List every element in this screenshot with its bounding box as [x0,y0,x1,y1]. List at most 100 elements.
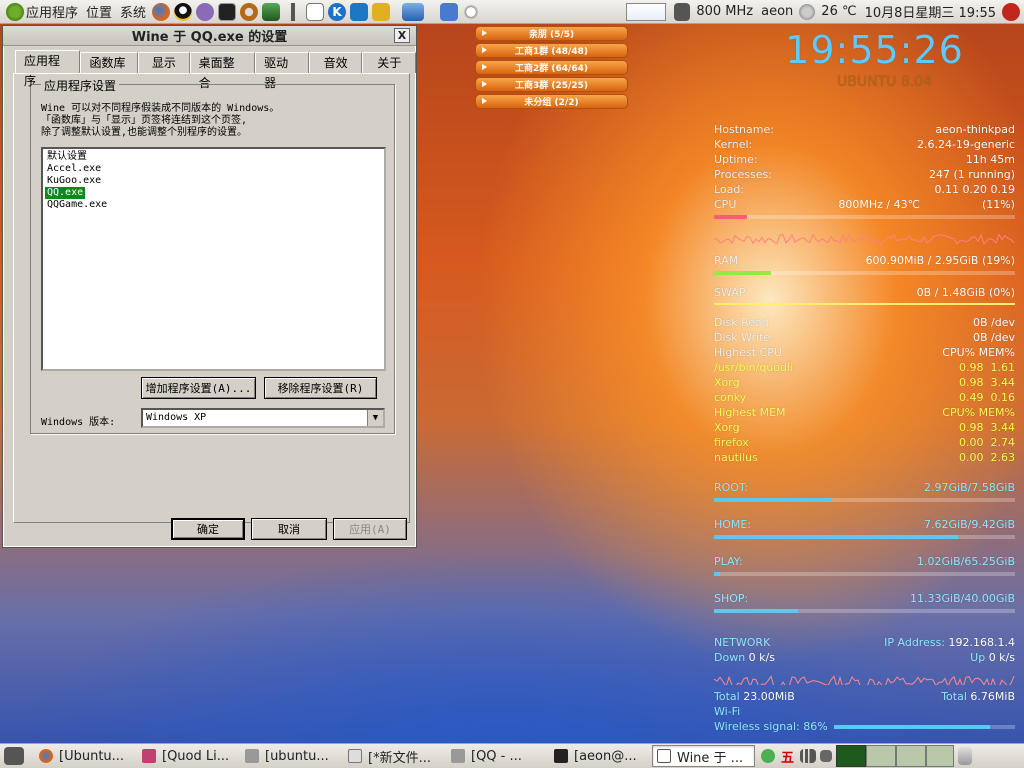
weather-temp[interactable]: 26 ℃ [817,0,860,24]
windows-version-select[interactable]: Windows XP ▼ [141,408,385,428]
swap-label: SWAP [714,286,746,299]
list-item-selected[interactable]: QQ.exe [45,187,86,199]
taskbar-item-editor[interactable]: [*新文件... [343,745,446,767]
tab-panel: 应用程序设置 Wine 可以对不同程序假装成不同版本的 Windows。 「函数… [13,73,410,523]
network-switch-icon[interactable] [440,2,459,21]
workspace-switcher[interactable] [836,745,955,767]
pidgin-icon[interactable] [196,2,215,21]
total-up-value: 6.76MiB [970,690,1015,703]
windows-version-label: Windows 版本: [41,417,116,428]
remove-application-button[interactable]: 移除程序设置(R) [264,377,377,399]
add-application-button[interactable]: 增加程序设置(A)... [141,377,256,399]
qq-group-item[interactable]: 亲朋 (5/5) [475,26,628,41]
window-icon [245,749,259,763]
media-player-icon[interactable] [262,2,281,21]
taskbar-label: [QQ - ... [471,748,522,764]
ime-indicator[interactable]: 五 [781,747,794,766]
close-button[interactable]: X [394,28,410,43]
taskbar-item-firefox[interactable]: [Ubuntu... [34,745,137,767]
pen-icon[interactable] [284,2,303,21]
process-name: firefox [714,436,749,449]
tab-audio[interactable]: 音效 [308,52,363,73]
taskbar-item-wine[interactable]: Wine 于 ... [652,745,755,767]
taskbar-item-terminal[interactable]: [aeon@... [549,745,652,767]
wireless-bar-fill [833,724,990,729]
list-item[interactable]: 默认设置 [47,151,380,163]
user-name[interactable]: aeon [757,0,797,24]
highest-mem-header: Highest MEM [714,406,786,419]
system-menu[interactable]: 系统 [116,0,150,24]
disk-home-bar-fill [714,535,958,539]
list-item[interactable]: QQGame.exe [47,199,380,211]
taskbar-item-quodlibet[interactable]: [Quod Li... [137,745,240,767]
places-menu[interactable]: 位置 [82,0,116,24]
workspace-2[interactable] [866,745,897,767]
ram-value: 600.90MiB / 2.95GiB (19%) [865,254,1015,267]
wireless-value: 86% [803,720,828,733]
trash-icon[interactable] [958,747,973,765]
qq-group-item[interactable]: 工商2群 (64/64) [475,60,628,75]
tab-drives[interactable]: 驱动器 [255,52,309,90]
k-launcher-icon[interactable]: K [328,2,347,21]
show-desktop-icon[interactable] [4,747,24,765]
taskbar-item-qq[interactable]: [QQ - ... [446,745,549,767]
list-item[interactable]: Accel.exe [47,163,380,175]
volume-icon[interactable] [820,750,833,762]
firefox-icon[interactable] [152,2,171,21]
tab-applications[interactable]: 应用程序 [15,50,81,88]
qq-group-item[interactable]: 工商1群 (48/48) [475,43,628,58]
game-icon[interactable] [372,2,391,21]
cpu-info: 800MHz / 43℃ [838,198,920,211]
qq-group-item[interactable]: 未分组 (2/2) [475,94,628,109]
applications-menu[interactable]: 应用程序 [0,0,82,24]
cpu-frequency: 800 MHz [696,4,754,19]
total-up-label: Total [941,690,967,703]
tab-libraries[interactable]: 函数库 [80,52,139,73]
cpu-graph [714,233,1015,245]
disk-write-label: Disk Write [714,331,771,344]
tab-about[interactable]: 关于 [362,52,416,73]
show-desktop-icon[interactable] [402,2,425,21]
brightness-icon[interactable] [462,2,481,21]
application-list[interactable]: 默认设置 Accel.exe KuGoo.exe QQ.exe QQGame.e… [41,147,386,371]
browser-icon[interactable] [350,2,369,21]
apply-button[interactable]: 应用(A) [333,518,407,540]
conky-distro: UBUNTU 8.04 [837,74,932,90]
qq-penguin-icon[interactable] [174,2,193,21]
taskbar-item-ubuntu[interactable]: [ubuntu... [240,745,343,767]
window-titlebar[interactable]: Wine 于 QQ.exe 的设置 X [3,26,416,46]
cancel-button[interactable]: 取消 [251,518,327,540]
process-values: 0.00 2.74 [959,436,1015,449]
bottom-panel: [Ubuntu... [Quod Li... [ubuntu... [*新文件.… [0,743,1024,768]
workspace-3[interactable] [896,745,927,767]
process-values: 0.98 3.44 [959,421,1015,434]
ubuntu-logo-icon [6,2,24,21]
terminal-icon[interactable] [218,2,237,21]
taskbar-label: [aeon@... [574,748,637,764]
signal-strength-icon[interactable] [800,749,817,763]
disk-root-bar [714,498,1015,502]
workspace-1[interactable] [836,745,867,767]
ip-value: 192.168.1.4 [948,636,1015,649]
power-icon[interactable] [1002,2,1020,21]
network-label: NETWORK [714,636,771,649]
processes-label: Processes: [714,168,772,181]
dropdown-arrow-icon[interactable]: ▼ [367,410,383,426]
list-item[interactable]: KuGoo.exe [47,175,380,187]
clock[interactable]: 10月8日星期三 19:55 [861,0,1000,24]
ok-button[interactable]: 确定 [171,518,245,540]
taskbar-label: [*新文件... [368,750,431,766]
disk-read-value: 0B /dev [972,316,1015,329]
hostname-value: aeon-thinkpad [935,123,1015,136]
settings-gear-icon[interactable] [240,2,259,21]
network-status-icon[interactable] [761,749,775,763]
workspace-4[interactable] [926,745,955,767]
uptime-label: Uptime: [714,153,758,166]
mail-icon[interactable] [306,2,325,21]
tab-graphics[interactable]: 显示 [138,52,190,73]
cpu-percent: (11%) [981,198,1015,211]
ip-label: IP Address: [884,636,946,649]
conky-clock: 19:55:26 [785,28,964,72]
qq-group-item[interactable]: 工商3群 (25/25) [475,77,628,92]
tab-desktop-integration[interactable]: 桌面整合 [189,52,256,90]
